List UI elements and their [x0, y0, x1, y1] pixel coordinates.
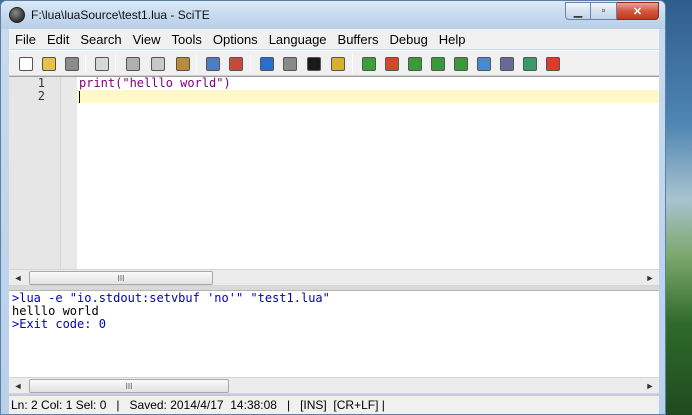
minimize-icon: ▁	[573, 5, 583, 18]
console-button[interactable]	[305, 55, 322, 72]
output-exit-code-line: >Exit code: 0	[12, 317, 106, 331]
find-icon	[205, 56, 220, 71]
cut-button[interactable]	[124, 55, 141, 72]
paste-icon	[175, 56, 190, 71]
replace-icon	[228, 56, 243, 71]
menu-debug[interactable]: Debug	[383, 32, 432, 47]
step-over-button[interactable]	[429, 55, 446, 72]
maximize-icon: ▫	[601, 5, 606, 17]
new-file-button[interactable]	[17, 55, 34, 72]
copy-icon	[150, 56, 165, 71]
menu-file[interactable]: File	[9, 32, 41, 47]
list-icon	[499, 56, 514, 71]
grip-icon: III	[117, 273, 125, 283]
flag-icon	[384, 56, 399, 71]
debug-bug-icon	[361, 56, 376, 71]
code-area[interactable]: print("helllo world")	[77, 77, 659, 269]
debug-button[interactable]	[360, 55, 377, 72]
code-editor[interactable]: 1 2 print("helllo world")	[9, 76, 659, 270]
cut-icon	[125, 56, 140, 71]
new-file-icon	[18, 56, 33, 71]
stop-icon	[282, 56, 297, 71]
step-into-button[interactable]	[406, 55, 423, 72]
compile-icon	[330, 56, 345, 71]
watch-button[interactable]	[475, 55, 492, 72]
scroll-right-arrow-icon[interactable]: ►	[642, 271, 658, 285]
scroll-left-arrow-icon[interactable]: ◄	[10, 379, 26, 393]
refresh-icon	[522, 56, 537, 71]
step-into-icon	[407, 56, 422, 71]
scroll-left-arrow-icon[interactable]: ◄	[10, 271, 26, 285]
output-horizontal-scrollbar[interactable]: ◄ III ►	[9, 377, 659, 394]
minimize-button[interactable]: ▁	[565, 2, 591, 20]
step-over-icon	[430, 56, 445, 71]
stop-button[interactable]	[281, 55, 298, 72]
save-icon	[64, 56, 79, 71]
scroll-right-arrow-icon[interactable]: ►	[642, 379, 658, 393]
print-icon	[94, 56, 109, 71]
list-button[interactable]	[498, 55, 515, 72]
status-text: Ln: 2 Col: 1 Sel: 0 | Saved: 2014/4/17 1…	[11, 398, 385, 412]
console-icon	[306, 56, 321, 71]
run-icon	[259, 56, 274, 71]
print-button[interactable]	[93, 55, 110, 72]
menu-buffers[interactable]: Buffers	[332, 32, 384, 47]
watch-icon	[476, 56, 491, 71]
maximize-button[interactable]: ▫	[591, 2, 617, 20]
toolbar-separator	[196, 54, 197, 73]
menu-bar: File Edit Search View Tools Options Lang…	[9, 29, 659, 49]
open-file-button[interactable]	[40, 55, 57, 72]
refresh-button[interactable]	[521, 55, 538, 72]
breakpoint-button[interactable]	[544, 55, 561, 72]
breakpoint-icon	[545, 56, 560, 71]
step-out-icon	[453, 56, 468, 71]
line-number-gutter: 1 2	[9, 77, 61, 270]
open-folder-icon	[41, 56, 56, 71]
run-button[interactable]	[258, 55, 275, 72]
copy-button[interactable]	[149, 55, 166, 72]
save-button[interactable]	[63, 55, 80, 72]
menu-tools[interactable]: Tools	[166, 32, 207, 47]
menu-language[interactable]: Language	[263, 32, 332, 47]
paste-button[interactable]	[174, 55, 191, 72]
code-line: print("helllo world")	[79, 76, 231, 90]
replace-button[interactable]	[227, 55, 244, 72]
window-title: F:\lua\luaSource\test1.lua - SciTE	[31, 8, 210, 22]
toolbar-separator	[352, 54, 353, 73]
status-bar: Ln: 2 Col: 1 Sel: 0 | Saved: 2014/4/17 1…	[9, 395, 659, 414]
desktop-background	[662, 0, 692, 415]
flag-button[interactable]	[383, 55, 400, 72]
line-number: 2	[37, 89, 45, 103]
scite-app-icon[interactable]	[9, 7, 25, 23]
window-controls: ▁ ▫ ✕	[565, 2, 659, 20]
menu-help[interactable]: Help	[433, 32, 471, 47]
toolbar-separator	[85, 54, 86, 73]
editor-horizontal-scrollbar[interactable]: ◄ III ►	[9, 269, 659, 286]
text-caret	[79, 91, 80, 103]
menu-search[interactable]: Search	[74, 32, 126, 47]
find-button[interactable]	[204, 55, 221, 72]
scite-window: F:\lua\luaSource\test1.lua - SciTE ▁ ▫ ✕…	[0, 0, 666, 415]
toolbar-separator	[250, 54, 251, 73]
toolbar	[9, 50, 659, 76]
step-out-button[interactable]	[452, 55, 469, 72]
close-button[interactable]: ✕	[617, 2, 659, 20]
scrollbar-thumb[interactable]: III	[29, 271, 213, 285]
menu-view[interactable]: View	[127, 32, 166, 47]
menu-edit[interactable]: Edit	[41, 32, 74, 47]
grip-icon: III	[125, 381, 133, 391]
current-line-highlight	[77, 90, 659, 103]
fold-margin[interactable]	[61, 77, 77, 270]
toolbar-separator	[115, 54, 116, 73]
compile-button[interactable]	[329, 55, 346, 72]
output-pane[interactable]: >lua -e "io.stdout:setvbuf 'no'" "test1.…	[9, 291, 659, 377]
close-icon: ✕	[632, 5, 643, 18]
menu-options[interactable]: Options	[207, 32, 263, 47]
title-bar[interactable]: F:\lua\luaSource\test1.lua - SciTE ▁ ▫ ✕	[1, 1, 665, 29]
scrollbar-thumb[interactable]: III	[29, 379, 229, 393]
